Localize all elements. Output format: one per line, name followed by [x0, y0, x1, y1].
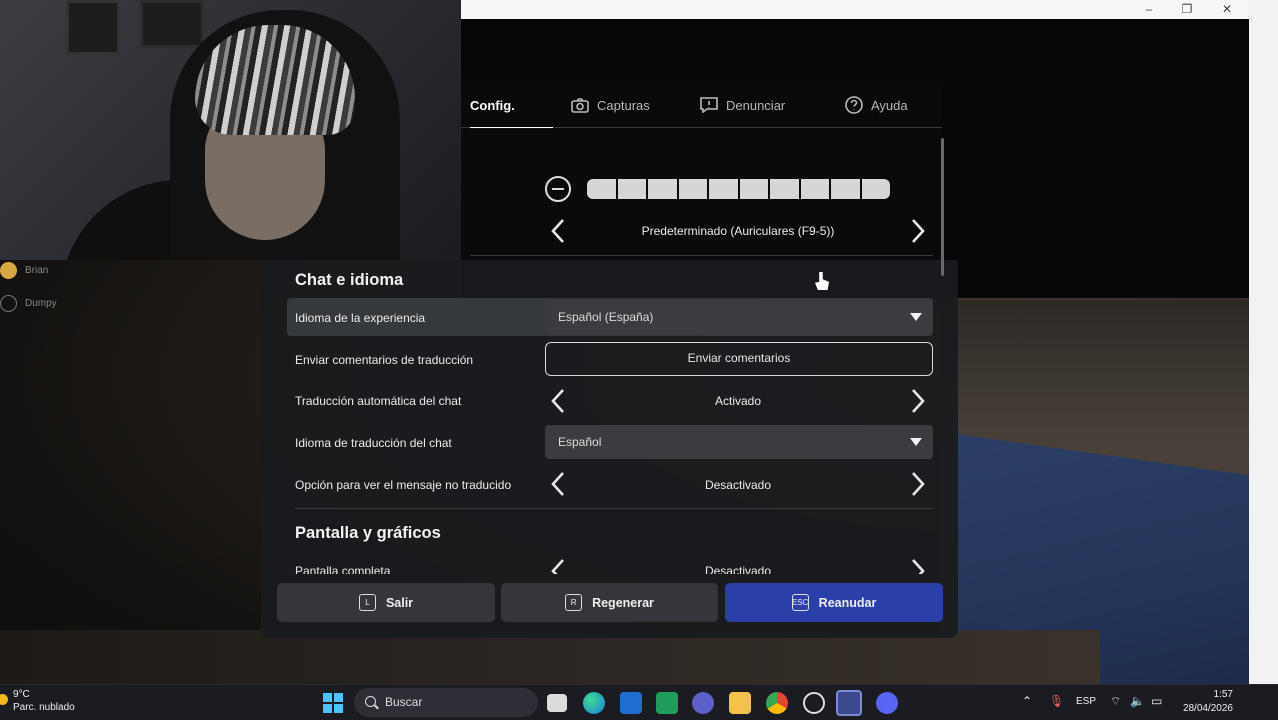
task-view-icon[interactable]	[547, 694, 567, 712]
output-device-prev-arrow[interactable]	[548, 218, 568, 244]
output-device-next-arrow[interactable]	[908, 218, 928, 244]
chevron-up-icon[interactable]: ⌃	[1022, 694, 1032, 708]
untranslated-label: Opción para ver el mensaje no traducido	[295, 478, 512, 492]
fullscreen-value: Desactivado	[704, 564, 772, 574]
fullscreen-row: Pantalla completa Desactivado	[261, 555, 958, 574]
windows-start-icon[interactable]	[322, 692, 344, 714]
camera-icon	[571, 97, 589, 113]
teams-icon[interactable]	[692, 692, 714, 714]
scrollbar[interactable]	[941, 138, 944, 276]
resume-button[interactable]: ESC Reanudar	[725, 583, 943, 622]
volume-icon[interactable]: 🔈	[1130, 694, 1145, 708]
file-explorer-icon[interactable]	[729, 692, 751, 714]
webcam-overlay	[0, 0, 461, 260]
report-icon	[700, 97, 718, 113]
translate-language-dropdown[interactable]: Español	[545, 425, 933, 459]
volume-slider[interactable]	[587, 179, 890, 199]
player-list-item[interactable]: Brian	[0, 262, 48, 279]
caret-down-icon	[910, 438, 922, 446]
minimize-button[interactable]: –	[1131, 1, 1167, 18]
maximize-button[interactable]: ❐	[1169, 1, 1205, 18]
untranslated-prev-arrow[interactable]	[548, 471, 568, 497]
tab-captures[interactable]: Capturas	[571, 82, 650, 128]
auto-translate-next-arrow[interactable]	[908, 388, 928, 414]
translate-language-label: Idioma de traducción del chat	[295, 436, 452, 450]
taskbar-search-input[interactable]: Buscar	[354, 688, 538, 717]
untranslated-next-arrow[interactable]	[908, 471, 928, 497]
reset-character-button[interactable]: R Regenerar	[501, 583, 718, 622]
avatar	[0, 262, 17, 279]
windows-taskbar: 9°C Parc. nublado Buscar ⌃ 🎙 ESP ⌔ 🔈 ▭ 1…	[0, 684, 1278, 720]
avatar	[0, 295, 17, 312]
sun-icon	[0, 694, 8, 705]
wifi-icon[interactable]: ⌔	[1110, 694, 1121, 709]
experience-language-dropdown[interactable]: Español (España)	[545, 300, 933, 334]
auto-translate-prev-arrow[interactable]	[548, 388, 568, 414]
language-indicator[interactable]: ESP	[1076, 696, 1096, 707]
player-list-item[interactable]: Dumpy	[0, 295, 57, 312]
close-button[interactable]: ✕	[1209, 1, 1245, 18]
spreadsheet-icon[interactable]	[656, 692, 678, 714]
menu-tabs: Config. Capturas Denunciar Ayuda	[461, 82, 942, 129]
output-device-value: Predeterminado (Auriculares (F9-5))	[641, 224, 835, 238]
battery-icon[interactable]: ▭	[1151, 694, 1162, 708]
untranslated-value: Desactivado	[704, 478, 772, 492]
feedback-label: Enviar comentarios de traducción	[295, 353, 474, 367]
discord-icon[interactable]	[876, 692, 898, 714]
search-icon	[365, 696, 376, 707]
experience-language-label: Idioma de la experiencia	[295, 311, 426, 325]
leave-button[interactable]: L Salir	[277, 583, 495, 622]
section-title-chat: Chat e idioma	[295, 271, 404, 289]
tab-help[interactable]: Ayuda	[845, 82, 908, 128]
key-hint: ESC	[791, 594, 809, 611]
tab-report[interactable]: Denunciar	[700, 82, 785, 128]
help-icon	[845, 96, 863, 114]
window-titlebar: – ❐ ✕	[461, 0, 1249, 19]
volume-decrease-button[interactable]	[545, 176, 571, 202]
fullscreen-next-arrow[interactable]	[908, 558, 928, 574]
key-hint: R	[565, 594, 583, 611]
system-clock[interactable]: 1:57 28/04/2026	[1181, 688, 1233, 716]
mail-icon[interactable]	[620, 692, 642, 714]
edge-browser-icon[interactable]	[583, 692, 605, 714]
tab-settings[interactable]: Config.	[470, 82, 553, 129]
roblox-icon[interactable]	[836, 690, 862, 716]
auto-translate-value: Activado	[714, 394, 762, 408]
fullscreen-label: Pantalla completa	[295, 564, 391, 574]
send-feedback-button[interactable]: Enviar comentarios	[545, 342, 933, 376]
microphone-icon[interactable]: 🎙	[1049, 694, 1064, 708]
weather-widget[interactable]: 9°C Parc. nublado	[0, 688, 75, 714]
app-icon[interactable]	[803, 692, 825, 714]
section-title-display: Pantalla y gráficos	[295, 524, 441, 542]
auto-translate-label: Traducción automática del chat	[295, 394, 462, 408]
caret-down-icon	[910, 313, 922, 321]
key-hint: L	[358, 594, 376, 611]
chrome-icon[interactable]	[766, 692, 788, 714]
fullscreen-prev-arrow[interactable]	[548, 558, 568, 574]
